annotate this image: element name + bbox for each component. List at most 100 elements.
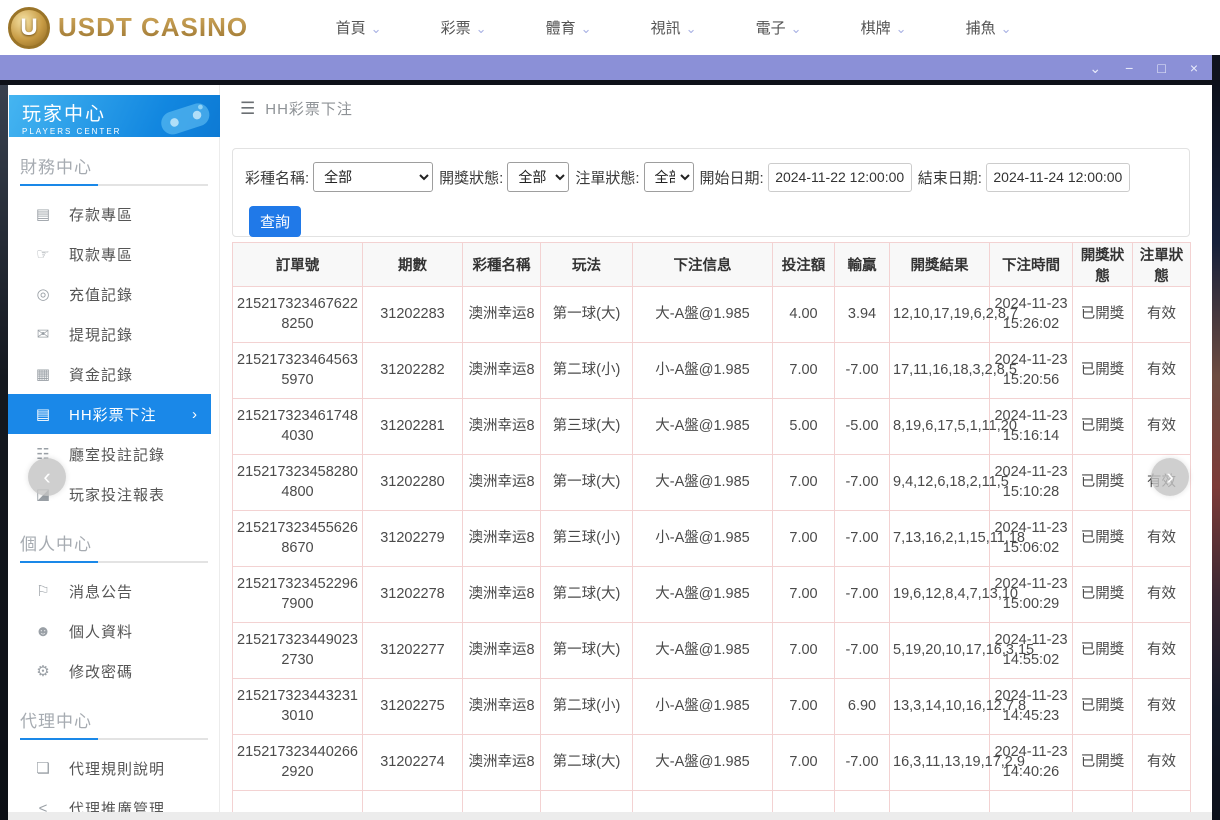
sidebar-item-agent-rules[interactable]: ❏代理規則說明 [8,748,219,788]
withdrawal-records-icon: ✉ [34,325,52,343]
table-cell: 大-A盤@1.985 [633,623,773,679]
table-cell: 大-A盤@1.985 [633,287,773,343]
window-maximize-icon[interactable]: □ [1157,61,1165,75]
sidebar-item-funds-records[interactable]: ▦資金記錄 [8,354,219,394]
table-cell: 31202274 [363,735,463,791]
table-cell: 2152173234645635970 [233,343,363,399]
announcements-icon: ⚐ [34,582,52,600]
table-cell: 澳洲幸运8 [463,399,541,455]
backdrop-strip-left [0,85,8,820]
table-cell: 31202283 [363,287,463,343]
nav-item-label: 視訊 [651,20,681,37]
table-cell: 有效 [1133,623,1191,679]
table-cell: -7.00 [835,567,890,623]
table-row: 215217323440266292031202274澳洲幸运8第二球(大)大-… [233,735,1191,791]
table-row: 215217323458280480031202280澳洲幸运8第一球(大)大-… [233,455,1191,511]
table-cell: 已開獎 [1073,511,1133,567]
section-underline [20,184,208,186]
table-cell: 5.00 [773,399,835,455]
table-cell: 有效 [1133,735,1191,791]
lottery-name-select[interactable]: 全部 [313,162,433,192]
table-cell [541,791,633,813]
table-cell: 澳洲幸运8 [463,735,541,791]
nav-item-label: 彩票 [441,20,471,37]
sidebar-item-hh-lottery-bets[interactable]: ▤HH彩票下注› [8,394,211,434]
window-minimize-icon[interactable]: − [1125,61,1133,75]
table-cell [890,791,990,813]
nav-item-fishing[interactable]: 捕魚⌄ [936,17,1041,38]
sidebar-item-label: HH彩票下注 [69,404,157,425]
table-cell: 澳洲幸运8 [463,679,541,735]
breadcrumb: ☰ HH彩票下注 [220,85,1212,119]
nav-item-home[interactable]: 首頁⌄ [306,17,411,38]
agent-rules-icon: ❏ [34,759,52,777]
sidebar-item-change-password[interactable]: ⚙修改密碼 [8,651,219,691]
content-scroll-right-button[interactable]: › [1151,458,1189,496]
sidebar-item-recharge-records[interactable]: ◎充值記錄 [8,274,219,314]
table-cell: 31202277 [363,623,463,679]
window-collapse-icon[interactable]: ⌄ [1089,61,1101,75]
table-cell: -7.00 [835,343,890,399]
table-cell: 第一球(大) [541,287,633,343]
draw-status-select[interactable]: 全部 [507,162,569,192]
column-header: 彩種名稱 [463,243,541,287]
sidebar-item-label: 存款專區 [69,204,133,225]
deposit-area-icon: ▤ [34,205,52,223]
query-button[interactable]: 查詢 [249,206,301,237]
nav-item-card-games[interactable]: 棋牌 ⌄ [831,17,936,38]
order-status-select[interactable]: 全部 [644,162,694,192]
column-header: 投注額 [773,243,835,287]
window-close-icon[interactable]: × [1190,61,1198,75]
table-cell: 31202280 [363,455,463,511]
sidebar-item-label: 個人資料 [69,621,133,642]
start-date-input[interactable] [768,163,912,192]
table-cell: 7.00 [773,511,835,567]
sidebar-item-withdraw-area[interactable]: ☞ 取款專區 [8,234,219,274]
sidebar-item-personal-profile[interactable]: ☻個人資料 [8,611,219,651]
table-cell: 大-A盤@1.985 [633,399,773,455]
nav-item-live-casino[interactable]: 視訊⌄ [621,17,726,38]
section-underline [20,561,208,563]
sidebar-item-label: 修改密碼 [69,661,133,682]
sidebar-item-label: 取款專區 [69,244,133,265]
sidebar-item-label: 消息公告 [69,581,133,602]
usdt-coin-logo: U [8,7,50,49]
table-cell: 2152173234556268670 [233,511,363,567]
table-cell: -5.00 [835,399,890,455]
sidebar-item-list: ❏代理規則說明<代理推廣管理 [8,748,219,820]
column-header: 開獎結果 [890,243,990,287]
chevron-down-icon: ⌄ [896,21,907,36]
sidebar-item-deposit-area[interactable]: ▤ 存款專區 [8,194,219,234]
nav-item-lottery[interactable]: 彩票⌄ [411,17,516,38]
top-navbar: U USDT CASINO 首頁⌄彩票⌄體育⌄視訊⌄電子⌄ 棋牌 ⌄ 捕魚⌄ [0,0,1220,55]
nav-item-label: 棋牌 [861,20,891,37]
horizontal-scrollbar[interactable] [8,812,1212,820]
hamburger-menu-icon[interactable]: ☰ [240,99,255,119]
table-cell: -7.00 [835,455,890,511]
nav-item-slots[interactable]: 電子⌄ [726,17,831,38]
table-cell: 17,11,16,18,3,2,8,5 [890,343,990,399]
table-cell: 5,19,20,10,17,16,3,15 [890,623,990,679]
table-cell: 第二球(小) [541,343,633,399]
table-cell [835,791,890,813]
sidebar-item-announcements[interactable]: ⚐ 消息公告 [8,571,219,611]
window-titlebar: ⌄ − □ × [0,55,1212,80]
nav-item-sports[interactable]: 體育⌄ [516,17,621,38]
brand: U USDT CASINO [8,7,248,49]
withdraw-area-icon: ☞ [34,245,52,263]
table-cell [1073,791,1133,813]
table-cell: 澳洲幸运8 [463,455,541,511]
table-cell: 第二球(大) [541,567,633,623]
end-date-input[interactable] [986,163,1130,192]
chevron-right-icon: › [192,406,197,423]
filter-panel: 彩種名稱: 全部 開獎狀態: 全部 注單狀態: 全部 開始日期: 結束日期: [232,148,1190,237]
table-cell: 大-A盤@1.985 [633,567,773,623]
brand-text: USDT CASINO [58,12,248,43]
sidebar-collapse-button[interactable]: ‹ [28,458,66,496]
sidebar: 玩家中心 PLAYERS CENTER 財務中心▤存款專區☞取款專區◎充值記錄✉… [8,85,220,820]
table-cell: 4.00 [773,287,835,343]
sidebar-item-withdrawal-records[interactable]: ✉提現記錄 [8,314,219,354]
table-cell: 小-A盤@1.985 [633,343,773,399]
table-cell: 2152173234490232730 [233,623,363,679]
table-cell: 31202275 [363,679,463,735]
